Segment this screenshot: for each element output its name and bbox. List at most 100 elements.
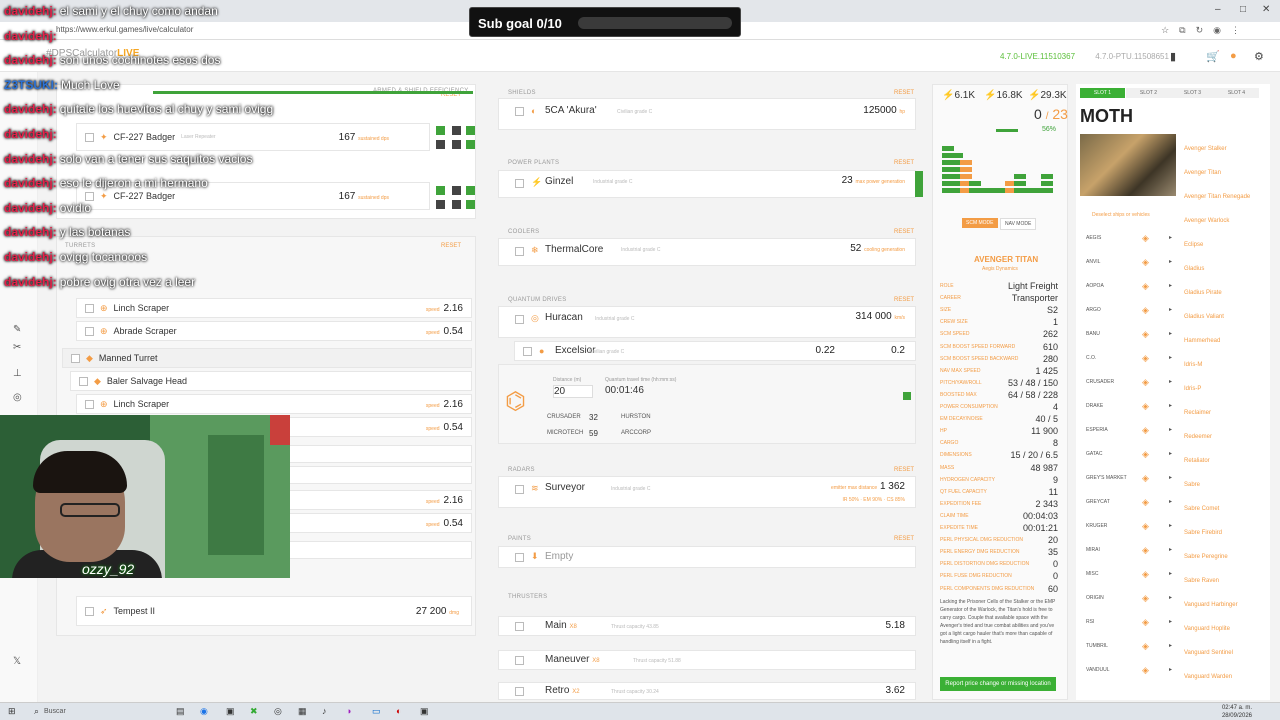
user-icon[interactable]: ● [1230, 50, 1237, 62]
ship-list-item[interactable]: Vanguard Warden [1184, 674, 1232, 680]
slot-tab[interactable]: SLOT 4 [1214, 88, 1259, 98]
ship-list-item[interactable]: Vanguard Sentinel [1184, 650, 1233, 656]
radar-row[interactable]: ≋ Surveyor Industrial grade C emitter ma… [498, 476, 916, 508]
quantum-sub-row[interactable]: ● Excelsior Civilian grade C 0.22 0.2 [514, 341, 916, 361]
ship-list-item[interactable]: Redeemer [1184, 434, 1212, 440]
cooler-row[interactable]: ❄ ThermalCore Industrial grade C 52 cool… [498, 238, 916, 266]
x-icon[interactable]: 𝕏 [13, 656, 21, 667]
reload-icon[interactable]: ↻ [1196, 25, 1204, 36]
ship-list-item[interactable]: Sabre Comet [1184, 506, 1219, 512]
turret-row[interactable]: ⊕ Abrade Scraper speed 0.54 [76, 321, 472, 341]
store-icon[interactable]: ▣ [226, 706, 235, 717]
ship-list-item[interactable]: Sabre Peregrine [1184, 554, 1228, 560]
ship-list-item[interactable]: Avenger Stalker [1184, 146, 1227, 152]
dark-toggle[interactable] [452, 140, 461, 149]
thruster-row[interactable]: Maneuver X8 Thrust capacity 51.88 [498, 650, 916, 670]
manufacturer-item[interactable]: RSI ◈ ▸ [1086, 614, 1176, 630]
checkbox[interactable] [515, 656, 524, 665]
slot-tab[interactable]: SLOT 2 [1126, 88, 1171, 98]
checkbox[interactable] [515, 622, 524, 631]
ship-list-item[interactable]: Eclipse [1184, 242, 1203, 248]
checkbox[interactable] [85, 326, 94, 336]
filter-hint[interactable]: Deselect ships or vehicles [1092, 212, 1150, 218]
ship-list-item[interactable]: Idris-P [1184, 386, 1201, 392]
green-toggle[interactable] [436, 186, 445, 195]
slot-tab[interactable]: SLOT 3 [1170, 88, 1215, 98]
app-icon[interactable]: ◐ [396, 706, 401, 716]
manufacturer-item[interactable]: VANDUUL ◈ ▸ [1086, 662, 1176, 678]
system-clock[interactable]: 02:47 a. m. 28/09/2026 [1222, 704, 1252, 720]
dark-toggle[interactable] [452, 200, 461, 209]
green-toggle[interactable] [466, 126, 475, 135]
profile-icon[interactable]: ◉ [1213, 25, 1221, 36]
manufacturer-item[interactable]: AOPOA ◈ ▸ [1086, 278, 1176, 294]
checkbox[interactable] [515, 247, 524, 256]
manufacturer-item[interactable]: AEGIS ◈ ▸ [1086, 230, 1176, 246]
manufacturer-item[interactable]: GREYCAT ◈ ▸ [1086, 494, 1176, 510]
app-icon[interactable]: ◑ [346, 706, 351, 716]
mining-icon[interactable]: ⊥ [13, 368, 22, 379]
manufacturer-item[interactable]: GREY'S MARKET ◈ ▸ [1086, 470, 1176, 486]
distance-input[interactable]: 20 [553, 385, 593, 398]
thruster-row[interactable]: Retro X2 Thrust capacity 30.24 3.62 [498, 682, 916, 700]
app-icon[interactable]: ▦ [298, 706, 307, 717]
maximize-button[interactable]: □ [1240, 4, 1246, 15]
green-toggle[interactable] [466, 200, 475, 209]
scm-mode-button[interactable]: SCM MODE [962, 218, 998, 228]
ship-list-item[interactable]: Sabre [1184, 482, 1200, 488]
menu-icon[interactable]: ⋮ [1231, 25, 1240, 36]
power-toggle[interactable] [915, 171, 923, 197]
manufacturer-item[interactable]: KRUGER ◈ ▸ [1086, 518, 1176, 534]
ship-list-item[interactable]: Reclaimer [1184, 410, 1211, 416]
ship-list-item[interactable]: Avenger Titan Renegade [1184, 194, 1250, 200]
manufacturer-item[interactable]: TUMBRIL ◈ ▸ [1086, 638, 1176, 654]
gear-icon[interactable]: ⚙ [1254, 50, 1264, 63]
manufacturer-item[interactable]: BANU ◈ ▸ [1086, 326, 1176, 342]
power-row[interactable]: ⚡ Ginzel Industrial grade C 23 max power… [498, 170, 923, 198]
turret-row[interactable]: ⊕ Linch Scraper speed 2.16 [76, 394, 472, 414]
ship-list-item[interactable]: Idris-M [1184, 362, 1202, 368]
report-button[interactable]: Report price change or missing location [940, 677, 1056, 691]
windows-icon[interactable]: ⊞ [8, 706, 16, 717]
checkbox[interactable] [515, 687, 524, 696]
manufacturer-item[interactable]: GATAC ◈ ▸ [1086, 446, 1176, 462]
missile-row[interactable]: ➶ Tempest II 27 200 dmg [76, 596, 472, 626]
turret-row[interactable]: ◆ Manned Turret [62, 348, 472, 368]
checkbox[interactable] [85, 399, 94, 409]
paint-row[interactable]: ⬇ Empty [498, 546, 916, 568]
live-version[interactable]: 4.7.0-LIVE.11510367 [1000, 52, 1075, 61]
checkbox[interactable] [71, 353, 80, 363]
app-icon[interactable]: ▭ [372, 706, 381, 717]
dark-toggle[interactable] [436, 140, 445, 149]
ship-list-item[interactable]: Gladius Valiant [1184, 314, 1224, 320]
turrets-reset-button[interactable]: RESET [441, 243, 461, 249]
ship-list-item[interactable]: Avenger Titan [1184, 170, 1221, 176]
manufacturer-item[interactable]: CRUSADER ◈ ▸ [1086, 374, 1176, 390]
manufacturer-item[interactable]: ORIGIN ◈ ▸ [1086, 590, 1176, 606]
ship-list-item[interactable]: Avenger Warlock [1184, 218, 1229, 224]
app-icon[interactable]: ▣ [420, 706, 429, 717]
taskbar-search[interactable]: Buscar [26, 706, 126, 718]
signal-icon[interactable]: ◎ [13, 392, 22, 403]
tiktok-icon[interactable]: ♪ [322, 706, 327, 716]
ship-list-item[interactable]: Vanguard Hoplite [1184, 626, 1230, 632]
ship-list-item[interactable]: Gladius Pirate [1184, 290, 1222, 296]
nav-mode-button[interactable]: NAV MODE [1000, 218, 1037, 230]
checkbox[interactable] [515, 179, 524, 188]
green-toggle[interactable] [466, 186, 475, 195]
taskview-icon[interactable]: ▤ [176, 706, 185, 717]
thruster-row[interactable]: Main X8 Thrust capacity 43.85 5.18 [498, 616, 916, 636]
manufacturer-item[interactable]: C.O. ◈ ▸ [1086, 350, 1176, 366]
ship-list-item[interactable]: Hammerhead [1184, 338, 1220, 344]
xbox-icon[interactable]: ✖ [250, 706, 258, 717]
manufacturer-item[interactable]: ANVIL ◈ ▸ [1086, 254, 1176, 270]
manufacturer-item[interactable]: ARGO ◈ ▸ [1086, 302, 1176, 318]
checkbox[interactable] [79, 376, 88, 386]
chrome-icon[interactable]: ◎ [274, 706, 282, 717]
bookmark-icon[interactable]: ▮ [1170, 50, 1176, 63]
manufacturer-item[interactable]: MIRAI ◈ ▸ [1086, 542, 1176, 558]
ship-list-item[interactable]: Vanguard Harbinger [1184, 602, 1238, 608]
checkbox[interactable] [85, 606, 94, 616]
close-window-button[interactable]: ✕ [1262, 4, 1270, 15]
slot-tab[interactable]: SLOT 1 [1080, 88, 1125, 98]
